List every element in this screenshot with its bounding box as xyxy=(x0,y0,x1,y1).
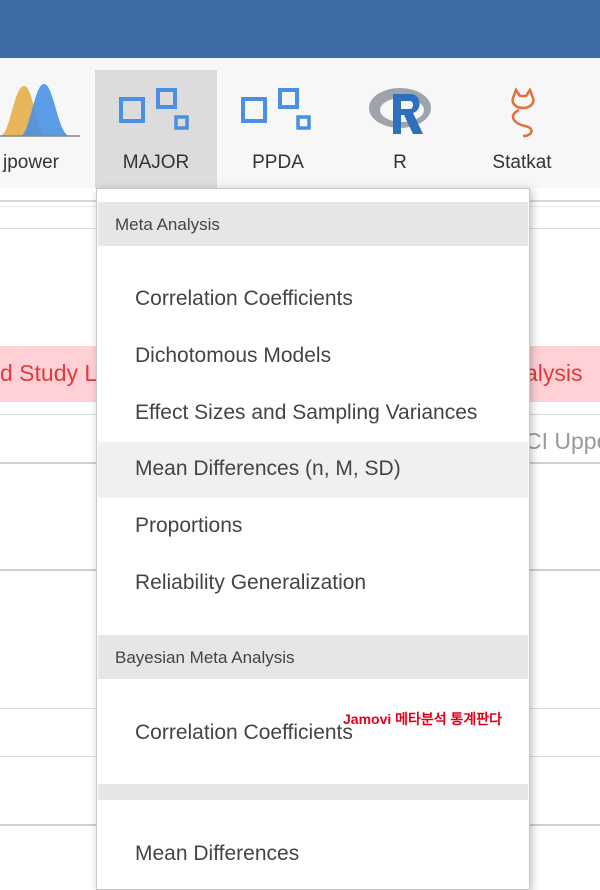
results-table-title-left: d Study L xyxy=(0,360,98,386)
ribbon-label-ppda: PPDA xyxy=(252,152,304,173)
menu-item-mean-differences-nmsd[interactable]: Mean Differences (n, M, SD) xyxy=(98,442,528,498)
ribbon-button-ppda[interactable]: PPDA xyxy=(217,70,339,188)
title-bar xyxy=(0,0,600,58)
ribbon-label-major: MAJOR xyxy=(122,152,190,173)
ribbon-button-jpower[interactable]: jpower xyxy=(0,70,80,188)
r-logo-icon xyxy=(369,88,431,134)
ribbon-label-jpower: jpower xyxy=(3,152,59,173)
ribbon-button-statkat[interactable]: Statkat xyxy=(461,70,583,188)
ribbon-button-major[interactable]: MAJOR xyxy=(95,70,217,188)
bell-curves-icon xyxy=(0,84,80,137)
menu-section-header-meta-analysis: Meta Analysis xyxy=(98,202,528,246)
menu-section-header xyxy=(98,784,528,800)
ribbon-label-statkat: Statkat xyxy=(492,152,552,173)
results-table-title-right: alysis xyxy=(525,360,583,386)
menu-item-correlation-coefficients[interactable]: Correlation Coefficients xyxy=(98,272,528,328)
statkat-cat-icon xyxy=(511,87,535,138)
major-dropdown-menu: Meta Analysis Correlation Coefficients D… xyxy=(96,188,530,890)
squares-icon xyxy=(119,88,189,130)
squares-icon xyxy=(241,88,311,130)
ribbon-button-r[interactable]: R xyxy=(339,70,461,188)
menu-item-reliability-generalization[interactable]: Reliability Generalization xyxy=(98,556,528,612)
ribbon-label-r: R xyxy=(393,152,407,173)
menu-section-header-bayesian-meta-analysis: Bayesian Meta Analysis xyxy=(98,635,528,679)
column-header-ci-upper: CI Uppe xyxy=(525,428,600,454)
menu-item-proportions[interactable]: Proportions xyxy=(98,499,528,555)
menu-item-dichotomous-models[interactable]: Dichotomous Models xyxy=(98,329,528,385)
menu-item-effect-sizes[interactable]: Effect Sizes and Sampling Variances xyxy=(98,386,528,442)
watermark-text: Jamovi 메타분석 통계판다 xyxy=(343,711,503,727)
